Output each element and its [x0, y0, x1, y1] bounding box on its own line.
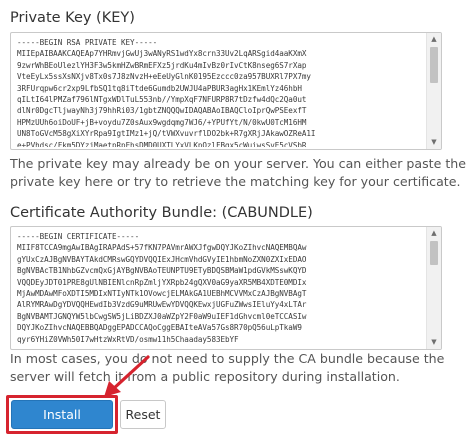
annotation-arrow-icon: [104, 355, 150, 397]
scroll-down-arrow-icon[interactable]: ▼: [427, 336, 441, 349]
private-key-textarea[interactable]: -----BEGIN RSA PRIVATE KEY----- MIIEpAIB…: [10, 32, 442, 150]
private-key-scrollbar[interactable]: ▲ ▼: [426, 33, 441, 149]
scroll-up-arrow-icon[interactable]: ▲: [427, 33, 441, 46]
reset-button[interactable]: Reset: [120, 400, 166, 429]
ca-bundle-scrollbar[interactable]: ▲ ▼: [426, 227, 441, 349]
scroll-up-arrow-icon[interactable]: ▲: [427, 227, 441, 240]
scroll-down-arrow-icon[interactable]: ▼: [427, 136, 441, 149]
ca-bundle-help-text: In most cases, you do not need to supply…: [10, 351, 445, 384]
ca-bundle-textarea[interactable]: -----BEGIN CERTIFICATE----- MIIF8TCCA9mg…: [10, 226, 442, 350]
scrollbar-thumb[interactable]: [430, 241, 438, 265]
ca-bundle-text: -----BEGIN CERTIFICATE----- MIIF8TCCA9mg…: [17, 232, 338, 347]
private-key-help-text: The private key may already be on your s…: [10, 156, 467, 189]
private-key-text: -----BEGIN RSA PRIVATE KEY----- MIIEpAIB…: [17, 38, 316, 147]
install-certificate-button[interactable]: Install Certificate: [11, 400, 113, 440]
private-key-label: Private Key (KEY): [10, 10, 135, 26]
scrollbar-thumb[interactable]: [430, 47, 438, 83]
ca-bundle-label: Certificate Authority Bundle: (CABUNDLE): [10, 205, 313, 221]
